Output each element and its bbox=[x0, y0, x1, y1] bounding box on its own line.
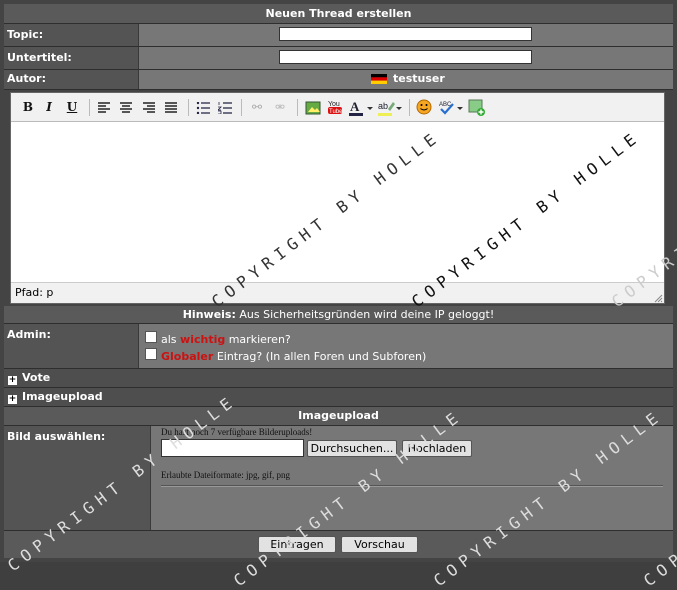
toolbar-separator bbox=[241, 99, 242, 116]
youtube-icon[interactable]: You Tube bbox=[326, 99, 344, 116]
submit-button[interactable]: Eintragen bbox=[258, 536, 336, 553]
author-cell: testuser bbox=[138, 70, 673, 89]
file-path-input[interactable] bbox=[161, 439, 304, 457]
resize-handle-icon[interactable] bbox=[654, 293, 663, 303]
svg-text:You: You bbox=[328, 101, 340, 108]
form-title-text: Neuen Thread erstellen bbox=[265, 7, 412, 20]
global-suffix: Eintrag? (In allen Foren und Subforen) bbox=[216, 350, 427, 363]
upload-button[interactable]: Hochladen bbox=[402, 440, 472, 457]
imageupload-section-label: Imageupload bbox=[22, 390, 103, 403]
admin-row: Admin: als wichtig markieren? Globaler E… bbox=[4, 324, 673, 369]
highlight-color-icon[interactable]: ab bbox=[377, 99, 403, 116]
align-left-icon[interactable] bbox=[95, 99, 113, 116]
smiley-icon[interactable] bbox=[415, 99, 433, 116]
editor-statusbar: Pfad: p bbox=[11, 282, 664, 303]
unlink-icon[interactable]: ⚮ bbox=[271, 99, 289, 116]
global-checkbox[interactable] bbox=[145, 348, 157, 360]
browse-button[interactable]: Durchsuchen... bbox=[307, 440, 397, 457]
topic-label: Topic: bbox=[4, 24, 138, 46]
subtitle-cell bbox=[138, 47, 673, 69]
imageupload-header: Imageupload bbox=[4, 407, 673, 426]
vote-section-label: Vote bbox=[22, 371, 51, 384]
align-center-icon[interactable] bbox=[117, 99, 135, 116]
link-icon[interactable]: ⚯ bbox=[248, 99, 266, 116]
editor-path: Pfad: p bbox=[15, 286, 54, 299]
vote-section-toggle[interactable]: + Vote bbox=[4, 369, 673, 388]
add-image-icon[interactable] bbox=[468, 99, 486, 116]
italic-icon[interactable]: I bbox=[40, 99, 58, 116]
notice-row: Hinweis: Aus Sicherheitsgründen wird dei… bbox=[4, 306, 673, 324]
font-color-icon[interactable]: A bbox=[348, 99, 374, 116]
insert-image-icon[interactable] bbox=[304, 99, 322, 116]
subtitle-label: Untertitel: bbox=[4, 47, 138, 69]
bullet-list-icon[interactable] bbox=[194, 99, 212, 116]
svg-text:ab: ab bbox=[378, 101, 388, 111]
author-name: testuser bbox=[393, 72, 445, 85]
align-right-icon[interactable] bbox=[140, 99, 158, 116]
preview-button[interactable]: Vorschau bbox=[341, 536, 418, 553]
svg-text:A: A bbox=[350, 99, 360, 114]
important-prefix: als bbox=[161, 333, 177, 346]
bold-icon[interactable]: B bbox=[19, 99, 37, 116]
global-keyword: Globaler bbox=[161, 350, 214, 363]
expand-plus-icon: + bbox=[8, 394, 17, 404]
imageupload-header-text: Imageupload bbox=[298, 409, 379, 422]
toolbar-separator bbox=[409, 99, 410, 116]
important-option-label: als wichtig markieren? bbox=[161, 333, 291, 346]
topic-cell bbox=[138, 24, 673, 46]
subtitle-row: Untertitel: bbox=[4, 47, 673, 70]
numbered-list-icon[interactable] bbox=[216, 99, 234, 116]
form-actions: Eintragen Vorschau bbox=[4, 531, 673, 558]
author-row: Autor: testuser bbox=[4, 70, 673, 90]
important-keyword: wichtig bbox=[180, 333, 226, 346]
expand-plus-icon: + bbox=[8, 375, 17, 385]
toolbar-separator bbox=[297, 99, 298, 116]
form-title: Neuen Thread erstellen bbox=[4, 4, 673, 24]
align-justify-icon[interactable] bbox=[162, 99, 180, 116]
important-checkbox[interactable] bbox=[145, 331, 157, 343]
rich-text-editor[interactable]: B I U ⚯ ⚮ You Tube A ab ABC Pfad: p bbox=[10, 92, 665, 304]
author-label: Autor: bbox=[4, 70, 138, 89]
spellcheck-icon[interactable]: ABC bbox=[438, 99, 464, 116]
image-select-label: Bild auswählen: bbox=[4, 426, 150, 530]
subtitle-input[interactable] bbox=[279, 50, 532, 64]
uploads-remaining-text: Du hast noch 7 verfügbare Bilderuploads! bbox=[161, 427, 313, 437]
admin-label: Admin: bbox=[4, 324, 138, 368]
notice-label: Hinweis: bbox=[182, 308, 236, 321]
notice-text: Aus Sicherheitsgründen wird deine IP gel… bbox=[239, 308, 495, 321]
svg-text:Tube: Tube bbox=[329, 109, 343, 115]
toolbar-separator bbox=[188, 99, 189, 116]
form-frame: Neuen Thread erstellen Topic: Untertitel… bbox=[0, 0, 677, 590]
toolbar-separator bbox=[89, 99, 90, 116]
divider bbox=[161, 485, 663, 487]
flag-icon bbox=[371, 74, 387, 84]
admin-cell: als wichtig markieren? Globaler Eintrag?… bbox=[138, 324, 673, 368]
imageupload-section-toggle[interactable]: + Imageupload bbox=[4, 388, 673, 407]
underline-icon[interactable]: U bbox=[63, 99, 81, 116]
allowed-formats-text: Erlaubte Dateiformate: jpg, gif, png bbox=[161, 470, 290, 480]
image-select-row: Bild auswählen: Du hast noch 7 verfügbar… bbox=[4, 426, 673, 531]
topic-input[interactable] bbox=[279, 27, 532, 41]
important-suffix: markieren? bbox=[228, 333, 291, 346]
editor-content-area[interactable] bbox=[11, 122, 664, 282]
image-select-cell: Du hast noch 7 verfügbare Bilderuploads!… bbox=[150, 426, 673, 530]
editor-toolbar: B I U ⚯ ⚮ You Tube A ab ABC bbox=[11, 93, 664, 122]
topic-row: Topic: bbox=[4, 24, 673, 47]
global-option-label: Globaler Eintrag? (In allen Foren und Su… bbox=[161, 350, 426, 363]
